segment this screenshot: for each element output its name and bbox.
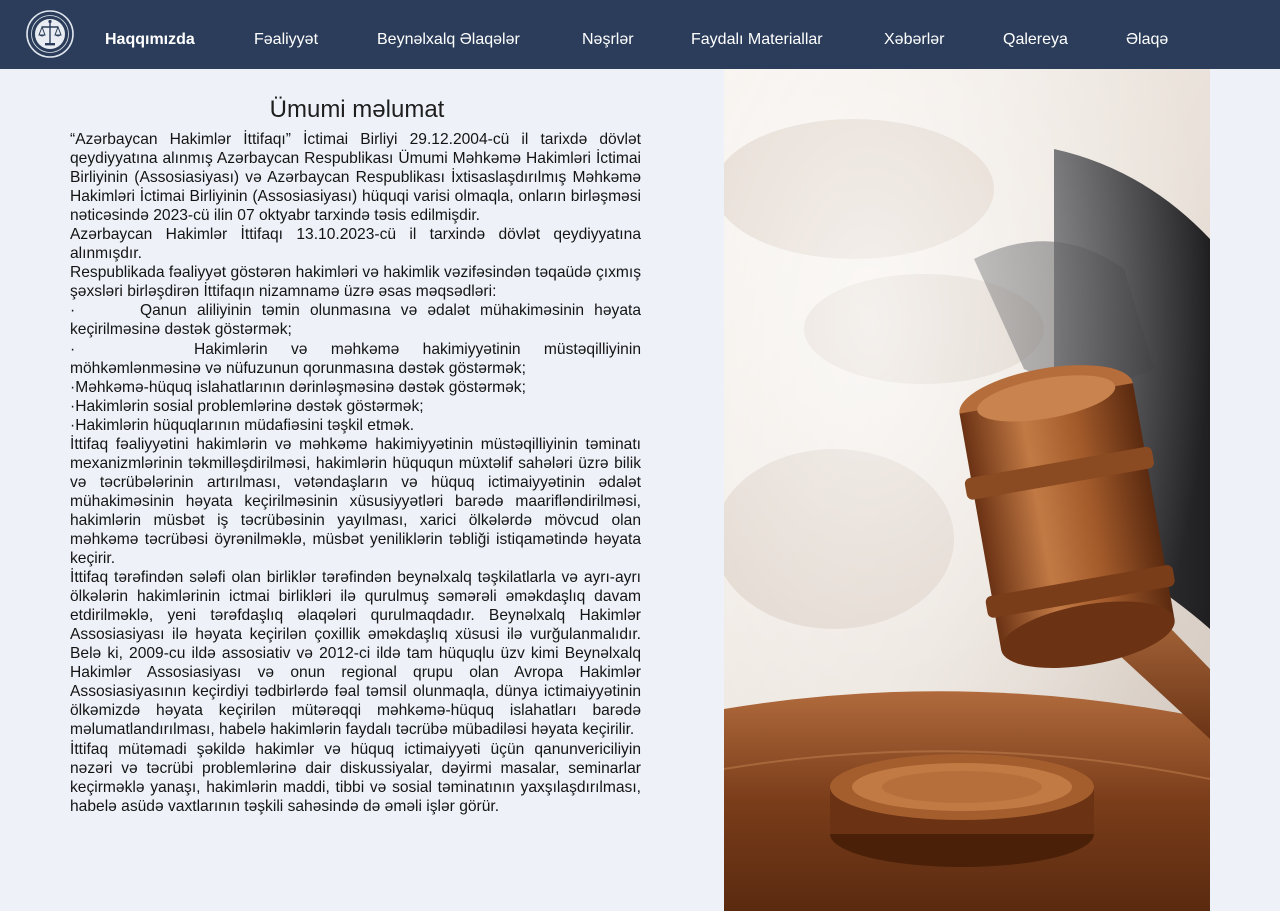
nav-item-xeberler[interactable]: Xəbərlər [884, 0, 944, 69]
goal-bullet-text: Hakimlərin sosial problemlərinə dəstək g… [75, 397, 424, 415]
nav-item-haqqimizda[interactable]: Haqqımızda [105, 0, 195, 69]
goal-bullet-text: Hakimlərin hüquqlarının müdafiəsini təşk… [75, 416, 415, 434]
article-paragraph: İttifaq tərəfindən sələfi olan birliklər… [70, 569, 641, 739]
goal-bullet-text: Qanun aliliyinin təmin olunmasına və əda… [70, 302, 641, 339]
nav-item-qalereya[interactable]: Qalereya [1003, 0, 1068, 69]
goal-bullet: · Hakimlərin və məhkəmə hakimiyyətinin mü… [70, 340, 641, 378]
goal-bullet: · Qanun aliliyinin təmin olunmasına və əd… [70, 301, 641, 339]
judiciary-emblem-icon[interactable] [26, 10, 74, 58]
nav-item-faydali-materiallar[interactable]: Faydalı Materiallar [691, 0, 823, 69]
goal-bullet: ·Hakimlərin sosial problemlərinə dəstək … [70, 397, 641, 416]
article-paragraph: İttifaq mütəmadi şəkildə hakimlər və hüq… [70, 740, 641, 815]
nav-item-beynelxalq-elaqeler[interactable]: Beynəlxalq Əlaqələr [377, 0, 520, 69]
article-paragraph: “Azərbaycan Hakimlər İttifaqı” İctimai B… [70, 131, 641, 225]
about-section: Ümumi məlumat “Azərbaycan Hakimlər İttif… [70, 94, 641, 816]
goal-bullet-text: Məhkəmə-hüquq islahatlarının dərinləşməs… [75, 378, 526, 396]
bullet-marker: · [70, 302, 76, 320]
goal-bullet: ·Məhkəmə-hüquq islahatlarının dərinləşmə… [70, 378, 641, 397]
top-navbar: Haqqımızda Fəaliyyət Beynəlxalq Əlaqələr… [0, 0, 1280, 69]
article-paragraph: İttifaq fəaliyyətini hakimlərin və məhkə… [70, 435, 641, 568]
nav-item-elaqe[interactable]: Əlaqə [1126, 0, 1168, 69]
article-paragraph: Azərbaycan Hakimlər İttifaqı 13.10.2023-… [70, 226, 641, 263]
bullet-marker: · [70, 340, 76, 358]
nav-item-fealiyyet[interactable]: Fəaliyyət [254, 0, 318, 69]
goal-bullet: ·Hakimlərin hüquqlarının müdafiəsini təş… [70, 416, 641, 435]
article-body: “Azərbaycan Hakimlər İttifaqı” İctimai B… [70, 130, 641, 816]
page-title: Ümumi məlumat [269, 96, 445, 123]
nav-item-nesrler[interactable]: Nəşrlər [582, 0, 634, 69]
article-paragraph: Respublikada fəaliyyət göstərən hakimlər… [70, 264, 641, 301]
judge-gavel-photo [724, 69, 1210, 911]
